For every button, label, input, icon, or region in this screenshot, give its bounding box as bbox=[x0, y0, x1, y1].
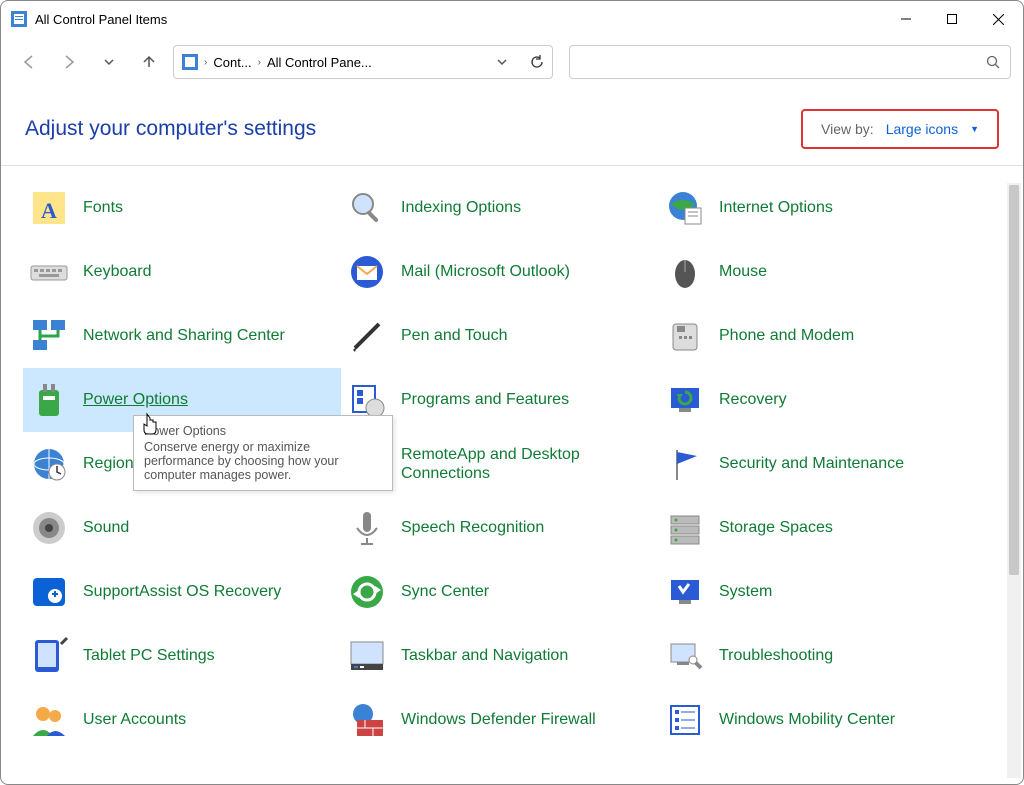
users-icon bbox=[29, 700, 69, 740]
sync-icon bbox=[347, 572, 387, 612]
system-icon bbox=[665, 572, 705, 612]
svg-text:A: A bbox=[41, 198, 57, 223]
tooltip: Power Options Conserve energy or maximiz… bbox=[133, 415, 393, 491]
address-bar[interactable]: › Cont... › All Control Pane... bbox=[173, 45, 553, 79]
microphone-icon bbox=[347, 508, 387, 548]
item-sync-center[interactable]: Sync Center bbox=[341, 560, 659, 624]
breadcrumb-part[interactable]: Cont... bbox=[213, 55, 251, 70]
item-keyboard[interactable]: Keyboard bbox=[23, 240, 341, 304]
view-by-value: Large icons bbox=[886, 121, 958, 137]
chevron-down-icon[interactable] bbox=[496, 56, 508, 68]
item-system[interactable]: System bbox=[659, 560, 977, 624]
item-work-folders[interactable]: Work Folders bbox=[341, 752, 659, 760]
item-mobility-center[interactable]: Windows Mobility Center bbox=[659, 688, 977, 752]
minimize-button[interactable] bbox=[883, 3, 929, 35]
keyboard-icon bbox=[29, 252, 69, 292]
item-recovery[interactable]: Recovery bbox=[659, 368, 977, 432]
power-icon bbox=[29, 380, 69, 420]
item-defender-firewall[interactable]: Windows Defender Firewall bbox=[341, 688, 659, 752]
titlebar: All Control Panel Items bbox=[1, 1, 1023, 37]
grid-column: Internet Options Mouse Phone and Modem R… bbox=[659, 176, 977, 760]
close-button[interactable] bbox=[975, 3, 1021, 35]
page-header: Adjust your computer's settings View by:… bbox=[1, 87, 1023, 165]
chevron-down-icon: ▼ bbox=[970, 124, 979, 134]
item-speech[interactable]: Speech Recognition bbox=[341, 496, 659, 560]
programs-icon bbox=[347, 380, 387, 420]
troubleshoot-icon bbox=[665, 636, 705, 676]
supportassist-icon bbox=[29, 572, 69, 612]
item-network-sharing[interactable]: Network and Sharing Center bbox=[23, 304, 341, 368]
search-icon bbox=[986, 55, 1000, 69]
phone-icon bbox=[665, 316, 705, 356]
scrollbar-thumb[interactable] bbox=[1009, 185, 1019, 575]
item-mouse[interactable]: Mouse bbox=[659, 240, 977, 304]
mail-icon bbox=[347, 252, 387, 292]
tablet-icon bbox=[29, 636, 69, 676]
item-sound[interactable]: Sound bbox=[23, 496, 341, 560]
item-windows-tools[interactable]: Windows Tools bbox=[23, 752, 341, 760]
item-security-maintenance[interactable]: Security and Maintenance bbox=[659, 432, 977, 496]
breadcrumb-part[interactable]: All Control Pane... bbox=[267, 55, 372, 70]
view-by-label: View by: bbox=[821, 121, 874, 137]
item-fonts[interactable]: AFonts bbox=[23, 176, 341, 240]
view-by-selector[interactable]: View by: Large icons ▼ bbox=[801, 109, 999, 149]
recovery-icon bbox=[665, 380, 705, 420]
pen-icon bbox=[347, 316, 387, 356]
item-troubleshooting[interactable]: Troubleshooting bbox=[659, 624, 977, 688]
item-tablet-pc[interactable]: Tablet PC Settings bbox=[23, 624, 341, 688]
firewall-icon bbox=[347, 700, 387, 740]
maximize-button[interactable] bbox=[929, 3, 975, 35]
nav-toolbar: › Cont... › All Control Pane... bbox=[1, 37, 1023, 87]
vertical-scrollbar[interactable] bbox=[1007, 183, 1021, 778]
item-indexing[interactable]: Indexing Options bbox=[341, 176, 659, 240]
item-taskbar[interactable]: Taskbar and Navigation bbox=[341, 624, 659, 688]
storage-icon bbox=[665, 508, 705, 548]
item-supportassist[interactable]: SupportAssist OS Recovery bbox=[23, 560, 341, 624]
item-internet-options[interactable]: Internet Options bbox=[659, 176, 977, 240]
item-storage-spaces[interactable]: Storage Spaces bbox=[659, 496, 977, 560]
recent-dropdown[interactable] bbox=[93, 46, 125, 78]
mouse-icon bbox=[665, 252, 705, 292]
up-button[interactable] bbox=[133, 46, 165, 78]
network-icon bbox=[29, 316, 69, 356]
tooltip-body: Conserve energy or maximize performance … bbox=[144, 440, 339, 482]
item-phone-modem[interactable]: Phone and Modem bbox=[659, 304, 977, 368]
tooltip-title: Power Options bbox=[144, 424, 382, 438]
items-grid: AFonts Keyboard Network and Sharing Cent… bbox=[1, 170, 1023, 760]
item-user-accounts[interactable]: User Accounts bbox=[23, 688, 341, 752]
fonts-icon: A bbox=[29, 188, 69, 228]
control-panel-icon bbox=[11, 11, 27, 27]
flag-icon bbox=[665, 444, 705, 484]
divider bbox=[1, 165, 1023, 166]
control-panel-icon bbox=[182, 54, 198, 70]
region-icon bbox=[29, 444, 69, 484]
chevron-right-icon: › bbox=[204, 57, 207, 68]
chevron-right-icon: › bbox=[258, 57, 261, 68]
indexing-icon bbox=[347, 188, 387, 228]
forward-button[interactable] bbox=[53, 46, 85, 78]
page-title: Adjust your computer's settings bbox=[25, 117, 801, 141]
window-title: All Control Panel Items bbox=[35, 12, 883, 27]
refresh-button[interactable] bbox=[530, 55, 544, 69]
item-pen-touch[interactable]: Pen and Touch bbox=[341, 304, 659, 368]
mobility-icon bbox=[665, 700, 705, 740]
sound-icon bbox=[29, 508, 69, 548]
globe-icon bbox=[665, 188, 705, 228]
taskbar-icon bbox=[347, 636, 387, 676]
back-button[interactable] bbox=[13, 46, 45, 78]
search-input[interactable] bbox=[569, 45, 1011, 79]
item-mail[interactable]: Mail (Microsoft Outlook) bbox=[341, 240, 659, 304]
